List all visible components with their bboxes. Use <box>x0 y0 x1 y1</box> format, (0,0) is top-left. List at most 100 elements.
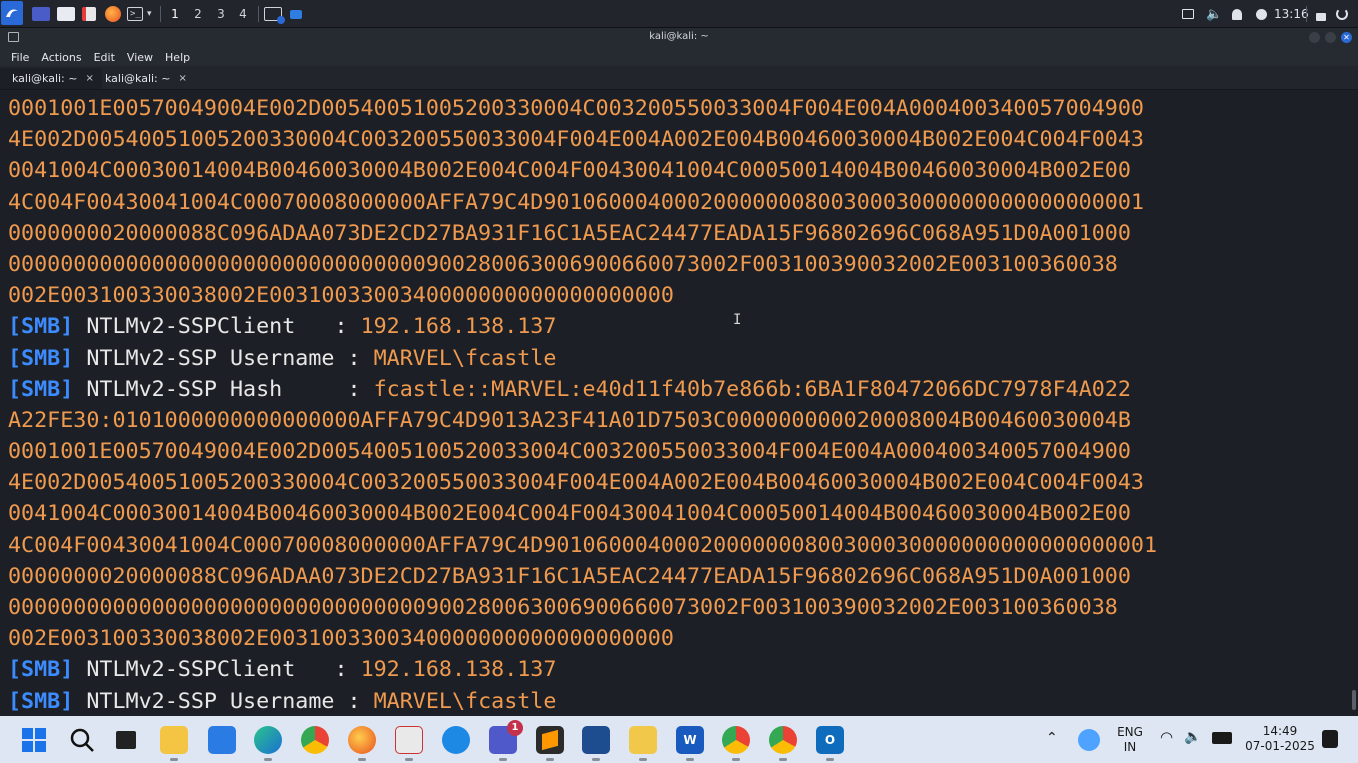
calendar-icon[interactable] <box>208 726 236 754</box>
text-editor-icon[interactable] <box>82 4 96 24</box>
app-icon[interactable] <box>442 726 470 754</box>
desktop-icon[interactable] <box>32 4 50 24</box>
chevron-up-icon[interactable]: ⌃ <box>1046 731 1058 746</box>
notepad-plus-icon[interactable] <box>629 726 657 754</box>
line-label: NTLMv2-SSP Hash : <box>86 376 374 402</box>
notification-badge: 1 <box>507 720 523 736</box>
workspace-2[interactable]: 2 <box>187 5 209 23</box>
outlook-icon[interactable]: O <box>816 726 844 754</box>
tab-label: kali@kali: ~ <box>105 72 171 85</box>
chrome-profile-icon[interactable] <box>722 726 750 754</box>
search-icon[interactable] <box>68 726 96 754</box>
running-indicator <box>686 758 694 761</box>
divider <box>258 6 259 22</box>
terminal-line: [SMB] NTLMv2-SSP Hash : fcastle::MARVEL:… <box>8 374 1350 405</box>
kali-menu-icon[interactable] <box>1 1 23 25</box>
terminal-line: 4E002D00540051005200330004C0032005500330… <box>8 127 1144 153</box>
power-icon[interactable] <box>1336 4 1348 24</box>
teams-icon[interactable]: 1 <box>489 720 523 754</box>
terminal-icon[interactable]: >_ <box>127 4 143 24</box>
clock-icon <box>1256 4 1267 24</box>
maximize-button[interactable] <box>1325 32 1336 43</box>
top-panel: >_ ▾ 1 2 3 4 🔈 13:16 <box>0 0 1358 28</box>
language-indicator[interactable]: ENG IN <box>1112 725 1148 755</box>
terminal-output[interactable]: 0001001E00570049004E002D0054005100520033… <box>0 90 1350 712</box>
firefox-icon[interactable] <box>348 726 376 754</box>
taskbar-time: 14:49 <box>1262 724 1298 738</box>
lock-icon[interactable] <box>1316 4 1326 24</box>
line-value: 192.168.138.137 <box>360 657 557 683</box>
terminal-line: 0041004C00030014004B00460030004B002E004C… <box>8 158 1131 184</box>
close-button[interactable]: ✕ <box>1341 32 1352 43</box>
notification-bell-icon[interactable] <box>1322 730 1338 748</box>
window-titlebar[interactable]: kali@kali: ~ ✕ <box>0 28 1358 48</box>
chrome-icon-2[interactable] <box>769 726 797 754</box>
divider <box>1306 6 1307 22</box>
terminal-line: A22FE30:0101000000000000000AFFA79C4D9013… <box>8 407 1131 433</box>
terminal-line: 0041004C00030014004B00460030004B002E004C… <box>8 501 1131 527</box>
tab-terminal-1[interactable]: kali@kali: ~ × <box>0 68 102 89</box>
virtualbox-icon[interactable] <box>582 726 610 754</box>
smb-tag: [SMB] <box>8 314 74 340</box>
volume-icon[interactable]: 🔈 <box>1206 4 1222 24</box>
terminal-line: 0001001E00570049004E002D0054005100520033… <box>8 96 1144 121</box>
windows-taskbar: 1 W O ⌃ ENG IN ◠ 🔈 14:49 07-01-2025 <box>0 716 1358 763</box>
terminal-line: 4C004F00430041004C00070008000000AFFA79C4… <box>8 189 1144 215</box>
language-region: IN <box>1123 740 1137 754</box>
smb-tag: [SMB] <box>8 376 74 402</box>
menu-file[interactable]: File <box>11 51 29 64</box>
firefox-icon[interactable] <box>105 4 121 24</box>
running-indicator <box>499 758 507 761</box>
menu-bar: File Actions Edit View Help <box>0 48 1358 66</box>
menu-edit[interactable]: Edit <box>94 51 115 64</box>
onedrive-icon[interactable] <box>1078 729 1100 751</box>
wifi-icon[interactable]: ◠ <box>1160 730 1173 745</box>
tab-bar: kali@kali: ~ × kali@kali: ~ × <box>0 66 1358 90</box>
line-value: 192.168.138.137 <box>360 314 557 340</box>
monitor-icon[interactable] <box>1182 4 1194 24</box>
scrollbar[interactable] <box>1352 690 1356 710</box>
running-indicator <box>779 758 787 761</box>
chrome-icon[interactable] <box>301 726 329 754</box>
edge-icon[interactable] <box>254 726 282 754</box>
snipping-tool-icon[interactable] <box>395 726 423 754</box>
running-indicator <box>170 758 178 761</box>
workspace-1[interactable]: 1 <box>164 5 186 23</box>
folder-icon[interactable] <box>290 4 302 24</box>
clock-time[interactable]: 13:16 <box>1274 4 1309 24</box>
minimize-button[interactable] <box>1309 32 1320 43</box>
files-icon[interactable] <box>57 4 75 24</box>
close-icon[interactable]: × <box>178 73 186 84</box>
task-view-icon[interactable] <box>112 726 140 754</box>
terminal-line: [SMB] NTLMv2-SSP Username : MARVEL\fcast… <box>8 686 1350 712</box>
tab-terminal-2[interactable]: kali@kali: ~ × <box>93 68 195 89</box>
battery-icon[interactable] <box>1212 732 1232 744</box>
divider <box>160 6 161 22</box>
running-indicator <box>546 758 554 761</box>
terminal-window-icon[interactable] <box>264 4 285 24</box>
file-explorer-icon[interactable] <box>160 726 188 754</box>
running-indicator <box>826 758 834 761</box>
workspace-4[interactable]: 4 <box>232 5 254 23</box>
line-label: NTLMv2-SSP Username : <box>86 688 374 712</box>
running-indicator <box>592 758 600 761</box>
terminal-line: 4C004F00430041004C00070008000000AFFA79C4… <box>8 532 1158 558</box>
chevron-down-icon[interactable]: ▾ <box>147 4 152 24</box>
terminal-line: [SMB] NTLMv2-SSP Username : MARVEL\fcast… <box>8 343 1350 374</box>
terminal-line: 0000000000000000000000000000000090028006… <box>8 595 1118 620</box>
menu-actions[interactable]: Actions <box>41 51 81 64</box>
line-label: NTLMv2-SSPClient : <box>86 314 361 340</box>
menu-help[interactable]: Help <box>165 51 190 64</box>
smb-tag: [SMB] <box>8 688 74 712</box>
notifications-icon[interactable] <box>1232 4 1242 24</box>
volume-icon[interactable]: 🔈 <box>1184 730 1201 745</box>
sublime-icon[interactable] <box>536 726 564 754</box>
menu-view[interactable]: View <box>127 51 153 64</box>
start-icon[interactable] <box>20 726 48 754</box>
tab-label: kali@kali: ~ <box>12 72 78 85</box>
clock-area[interactable]: 14:49 07-01-2025 <box>1242 724 1318 754</box>
workspace-3[interactable]: 3 <box>210 5 232 23</box>
terminal-line: 0001001E00570049004E002D0054005100520033… <box>8 439 1131 465</box>
word-icon[interactable]: W <box>676 726 704 754</box>
line-label: NTLMv2-SSP Username : <box>86 345 374 371</box>
